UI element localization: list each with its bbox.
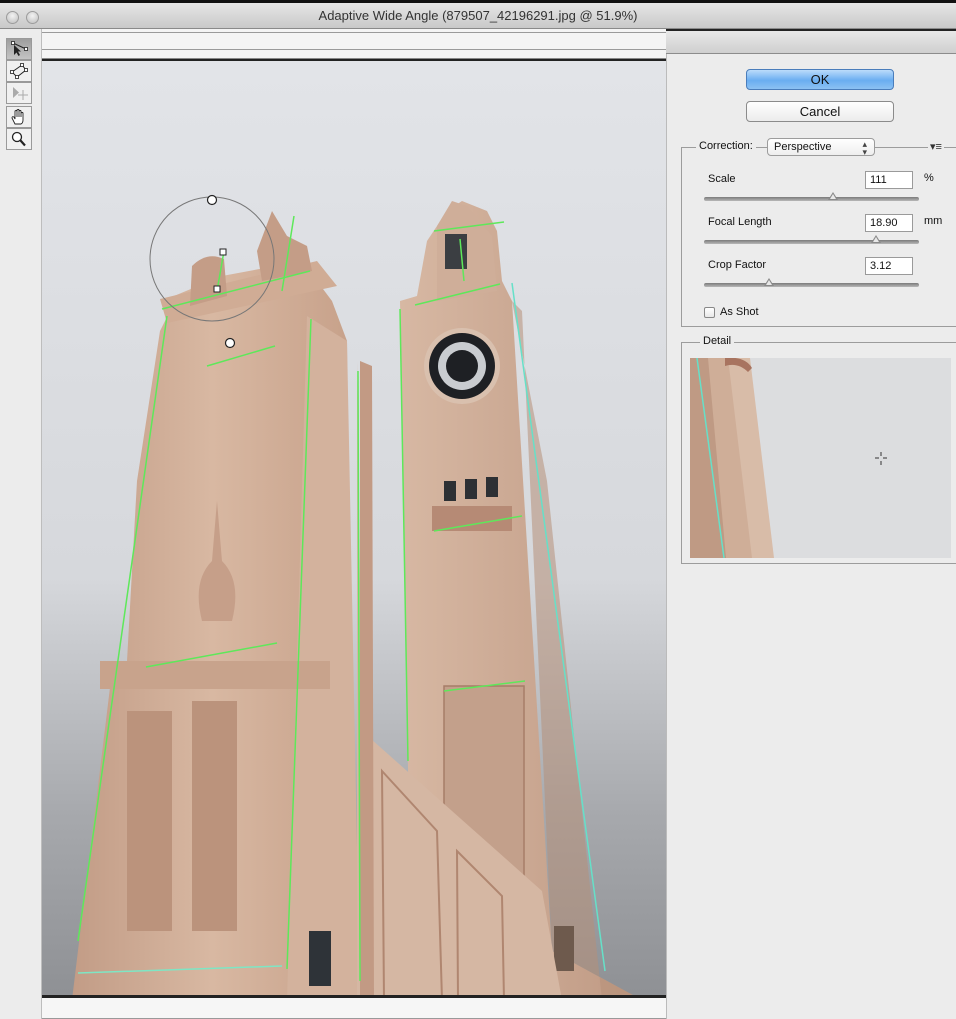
- ok-button[interactable]: OK: [746, 69, 894, 90]
- options-bar: [42, 29, 666, 59]
- focal-length-unit: mm: [924, 215, 943, 227]
- as-shot-row[interactable]: As Shot: [704, 306, 759, 318]
- image-canvas[interactable]: [42, 59, 666, 998]
- crop-factor-label: Crop Factor: [708, 259, 767, 271]
- crop-factor-slider[interactable]: [704, 278, 919, 287]
- panel-header: [666, 29, 956, 54]
- title-bar: Adaptive Wide Angle (879507_42196291.jpg…: [0, 0, 956, 29]
- cancel-button[interactable]: Cancel: [746, 101, 894, 122]
- endpoint-handle[interactable]: [219, 248, 227, 256]
- detail-preview: [690, 358, 951, 558]
- detail-loupe: [690, 358, 951, 558]
- window-title: Adaptive Wide Angle (879507_42196291.jpg…: [318, 8, 638, 23]
- settings-panel: OK Cancel Correction: Perspective ▴ ▾ ▾≡ …: [666, 54, 956, 1019]
- photo-preview: [42, 61, 666, 995]
- detail-group: Detail: [681, 335, 956, 564]
- detail-label: Detail: [700, 335, 735, 347]
- focal-length-slider[interactable]: [704, 235, 919, 244]
- scale-slider-thumb[interactable]: [828, 192, 838, 200]
- as-shot-label: As Shot: [720, 306, 759, 318]
- center-handle[interactable]: [224, 337, 236, 349]
- as-shot-checkbox[interactable]: [704, 306, 715, 318]
- correction-select[interactable]: Perspective ▴ ▾: [767, 138, 875, 157]
- focal-length-input[interactable]: 18.90: [865, 214, 913, 232]
- endpoint-handle[interactable]: [213, 285, 221, 293]
- constraint-tool-button[interactable]: [6, 38, 32, 60]
- select-arrows-icon: ▴ ▾: [862, 139, 867, 157]
- panel-menu-icon[interactable]: ▾≡: [928, 140, 944, 153]
- correction-group: Correction: Perspective ▴ ▾ ▾≡ Scale 111 …: [681, 138, 956, 327]
- crop-factor-slider-thumb[interactable]: [763, 278, 774, 286]
- focal-length-slider-thumb[interactable]: [871, 235, 881, 243]
- crop-factor-input[interactable]: 3.12: [865, 257, 913, 275]
- adaptive-wide-angle-dialog: Adaptive Wide Angle (879507_42196291.jpg…: [0, 0, 956, 1019]
- scale-slider[interactable]: [704, 192, 919, 201]
- correction-label: Correction:: [696, 140, 756, 152]
- hand-tool-button[interactable]: [6, 106, 32, 128]
- polygon-constraint-tool-button[interactable]: [6, 60, 32, 82]
- hand-icon: [11, 109, 24, 125]
- correction-selected-value: Perspective: [774, 141, 832, 153]
- scale-input[interactable]: 111: [865, 171, 913, 189]
- rotation-knob[interactable]: [206, 194, 218, 206]
- status-bar: [42, 998, 666, 1019]
- constraint-arrow-icon: [11, 41, 28, 56]
- magnifier-icon: [11, 131, 26, 147]
- scale-unit: %: [924, 172, 934, 184]
- move-tool-button[interactable]: [6, 82, 32, 104]
- scale-label: Scale: [708, 173, 736, 185]
- zoom-tool-button[interactable]: [6, 128, 32, 150]
- tool-palette: [0, 29, 42, 1019]
- focal-length-label: Focal Length: [708, 216, 772, 228]
- move-arrow-icon: [13, 87, 28, 100]
- polygon-icon: [10, 63, 28, 79]
